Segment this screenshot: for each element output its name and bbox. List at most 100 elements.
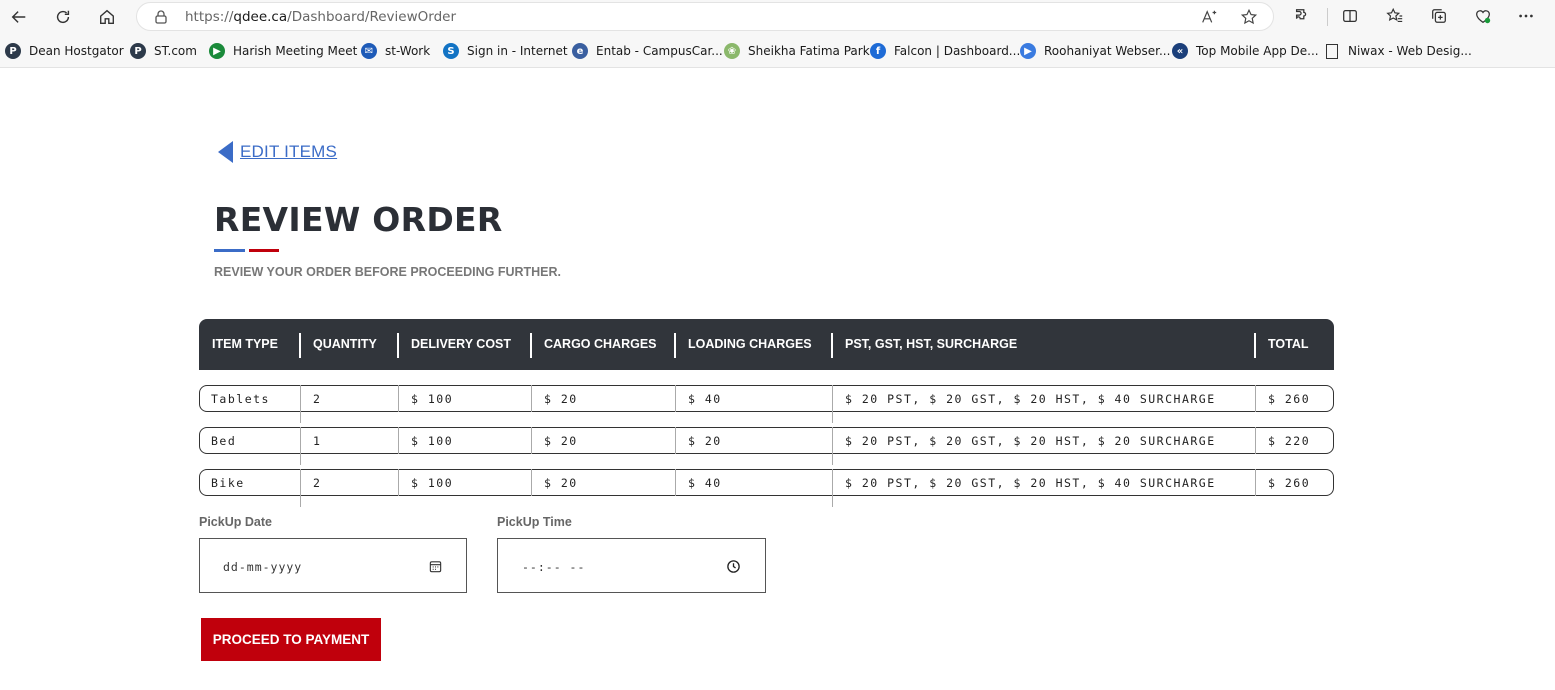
url-prefix: https://	[185, 9, 234, 25]
more-menu-icon[interactable]	[1515, 5, 1537, 27]
cell-taxes-surcharge: $ 20 PST, $ 20 GST, $ 20 HST, $ 20 SURCH…	[845, 434, 1216, 448]
bookmark-label: Roohaniyat Webser...	[1044, 44, 1171, 58]
cell-divider	[398, 385, 399, 412]
bookmark-label: st-Work	[385, 44, 431, 58]
entab-icon: e	[572, 43, 588, 59]
pickup-date-input[interactable]: dd-mm-yyyy	[199, 538, 467, 593]
url-host: qdee.ca	[233, 9, 288, 25]
cell-item-type: Bike	[211, 476, 245, 490]
cell-divider	[398, 427, 399, 454]
cell-delivery-cost: $ 100	[411, 392, 454, 406]
title-underline-red	[249, 249, 279, 252]
read-aloud-icon[interactable]	[1200, 8, 1218, 26]
pickup-time-placeholder: --:-- --	[522, 560, 586, 574]
bookmark-label: Top Mobile App De...	[1196, 44, 1319, 58]
lock-icon[interactable]	[153, 9, 169, 25]
collections-icon[interactable]	[1428, 5, 1450, 27]
favorite-star-icon[interactable]	[1240, 8, 1258, 26]
cell-divider	[675, 427, 676, 454]
table-row: Tablets 2 $ 100 $ 20 $ 40 $ 20 PST, $ 20…	[199, 385, 1334, 423]
cell-item-type: Bed	[211, 434, 237, 448]
pickup-time-input[interactable]: --:-- --	[497, 538, 766, 593]
title-underline-blue	[214, 249, 245, 252]
bookmark-item[interactable]: ▶ Harish Meeting Meet	[209, 42, 357, 60]
park-icon: ❀	[724, 43, 740, 59]
browser-essentials-icon[interactable]	[1472, 5, 1494, 27]
cell-divider	[531, 469, 532, 496]
bookmark-item[interactable]: ❀ Sheikha Fatima Park	[724, 42, 870, 60]
bookmark-item[interactable]: ▶ Roohaniyat Webser...	[1020, 42, 1170, 60]
bookmark-item[interactable]: P Dean Hostgator	[5, 42, 124, 60]
table-row: Bed 1 $ 100 $ 20 $ 20 $ 20 PST, $ 20 GST…	[199, 427, 1334, 465]
bookmark-item[interactable]: e Entab - CampusCar...	[572, 42, 723, 60]
cell-divider	[1255, 385, 1256, 412]
bookmark-label: Sheikha Fatima Park	[748, 44, 870, 58]
cell-divider	[1255, 469, 1256, 496]
bookmark-label: Sign in - Internet	[467, 44, 568, 58]
back-icon[interactable]	[5, 4, 33, 30]
split-screen-icon[interactable]	[1339, 5, 1361, 27]
bookmark-label: ST.com	[154, 44, 197, 58]
cell-quantity: 2	[313, 476, 322, 490]
cell-divider	[832, 385, 833, 423]
column-header-loading-charges: LOADING CHARGES	[688, 337, 812, 351]
column-divider	[1254, 333, 1256, 358]
url-path: /Dashboard/ReviewOrder	[287, 9, 457, 25]
cell-divider	[531, 427, 532, 454]
edit-items-label: EDIT ITEMS	[240, 142, 338, 161]
cell-total: $ 220	[1268, 434, 1311, 448]
bookmarks-bar: P Dean Hostgator P ST.com ▶ Harish Meeting …	[0, 34, 1555, 68]
bookmark-item[interactable]: P ST.com	[130, 42, 197, 60]
cell-cargo-charges: $ 20	[544, 476, 578, 490]
bookmark-label: Niwax - Web Desig...	[1348, 44, 1472, 58]
cell-cargo-charges: $ 20	[544, 434, 578, 448]
bookmark-label: Falcon | Dashboard...	[894, 44, 1021, 58]
column-divider	[530, 333, 532, 358]
home-icon[interactable]	[93, 4, 121, 30]
cell-divider	[675, 469, 676, 496]
pickup-time-label: PickUp Time	[497, 515, 572, 529]
column-divider	[831, 333, 833, 358]
proceed-to-payment-button[interactable]: PROCEED TO PAYMENT	[201, 618, 381, 661]
bookmark-item[interactable]: « Top Mobile App De...	[1172, 42, 1319, 60]
cell-loading-charges: $ 40	[688, 476, 722, 490]
edit-items-link[interactable]: EDIT ITEMS	[218, 141, 337, 163]
bookmark-item[interactable]: Niwax - Web Desig...	[1324, 42, 1472, 60]
play-circle-icon: ▶	[1020, 43, 1036, 59]
bookmark-item[interactable]: S Sign in - Internet	[443, 42, 568, 60]
cell-item-type: Tablets	[211, 392, 270, 406]
cell-divider	[531, 385, 532, 412]
refresh-icon[interactable]	[49, 4, 77, 30]
column-header-quantity: QUANTITY	[313, 337, 377, 351]
cell-divider	[398, 469, 399, 496]
column-header-taxes-surcharge: PST, GST, HST, SURCHARGE	[845, 337, 1018, 351]
bookmark-label: Dean Hostgator	[29, 44, 124, 58]
url-text[interactable]: https://qdee.ca/Dashboard/ReviewOrder	[185, 9, 456, 25]
extensions-icon[interactable]	[1291, 5, 1313, 27]
address-bar[interactable]: https://qdee.ca/Dashboard/ReviewOrder	[136, 2, 1274, 31]
column-header-delivery-cost: DELIVERY COST	[411, 337, 512, 351]
p-circle-icon: P	[130, 43, 146, 59]
cell-loading-charges: $ 40	[688, 392, 722, 406]
cell-divider	[832, 469, 833, 507]
falcon-icon: f	[870, 43, 886, 59]
cell-total: $ 260	[1268, 476, 1311, 490]
cell-taxes-surcharge: $ 20 PST, $ 20 GST, $ 20 HST, $ 40 SURCH…	[845, 392, 1216, 406]
page-icon	[1326, 43, 1338, 59]
s-square-icon: S	[443, 43, 459, 59]
mail-icon: ✉	[361, 43, 377, 59]
bookmark-item[interactable]: ✉ st-Work	[361, 42, 430, 60]
bookmark-item[interactable]: f Falcon | Dashboard...	[870, 42, 1020, 60]
order-table-header: ITEM TYPE QUANTITY DELIVERY COST CARGO C…	[199, 319, 1334, 370]
cell-divider	[832, 427, 833, 465]
google-meet-icon: ▶	[209, 43, 225, 59]
cell-divider	[300, 427, 301, 465]
calendar-icon[interactable]	[428, 559, 443, 574]
arrow-logo-icon: «	[1172, 43, 1188, 59]
clock-icon[interactable]	[726, 559, 741, 574]
favorites-icon[interactable]	[1384, 5, 1406, 27]
toolbar-divider	[1327, 8, 1328, 26]
column-divider	[299, 333, 301, 358]
column-divider	[674, 333, 676, 358]
cell-cargo-charges: $ 20	[544, 392, 578, 406]
